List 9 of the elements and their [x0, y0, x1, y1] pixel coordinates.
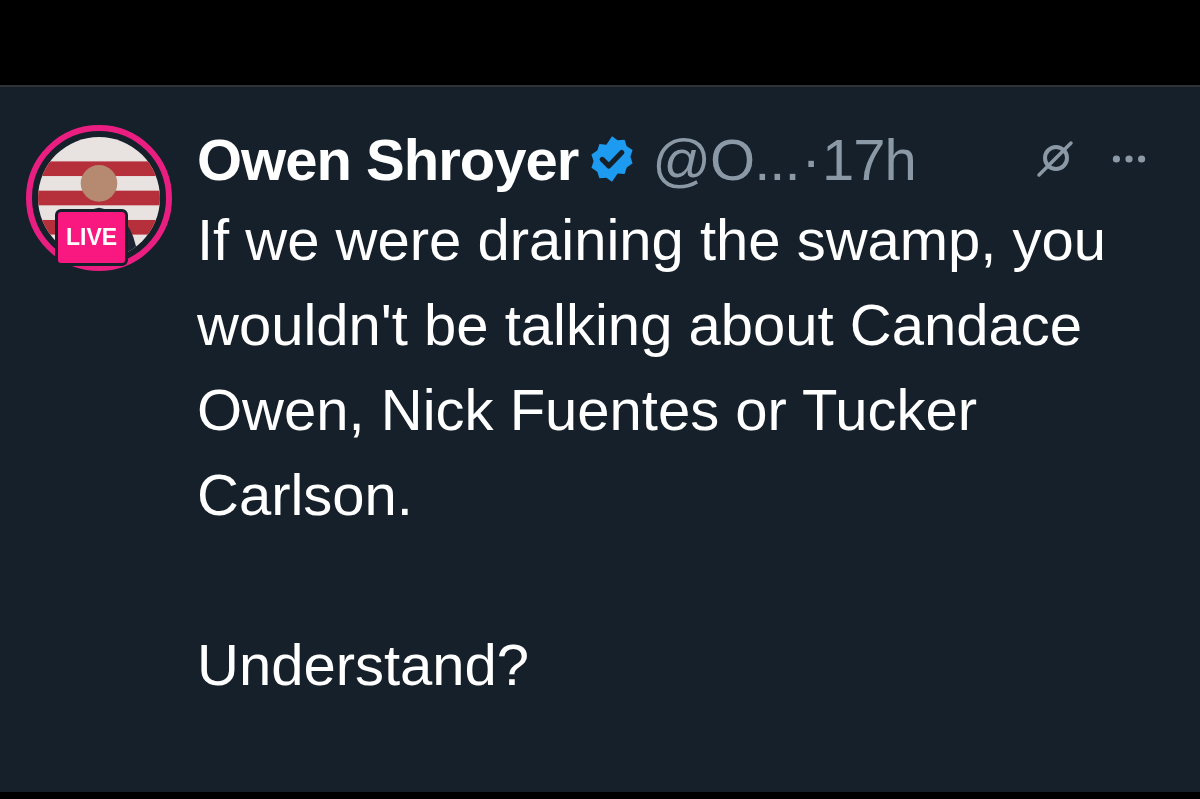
post-time[interactable]: 17h	[821, 125, 916, 193]
more-icon[interactable]	[1111, 153, 1147, 165]
slashed-circle-icon[interactable]	[1035, 139, 1075, 179]
post-text: Understand?	[197, 631, 531, 699]
post-text: If we were draining the swamp, you wouldn't be talking about Candace Owen, Nick Fuentes or Tucker Carlson.	[197, 206, 1108, 529]
live-badge: LIVE	[55, 209, 129, 266]
author-name[interactable]: Owen Shroyer	[197, 125, 579, 193]
separator: ·	[801, 125, 820, 193]
author-handle[interactable]: @O...	[652, 125, 800, 193]
